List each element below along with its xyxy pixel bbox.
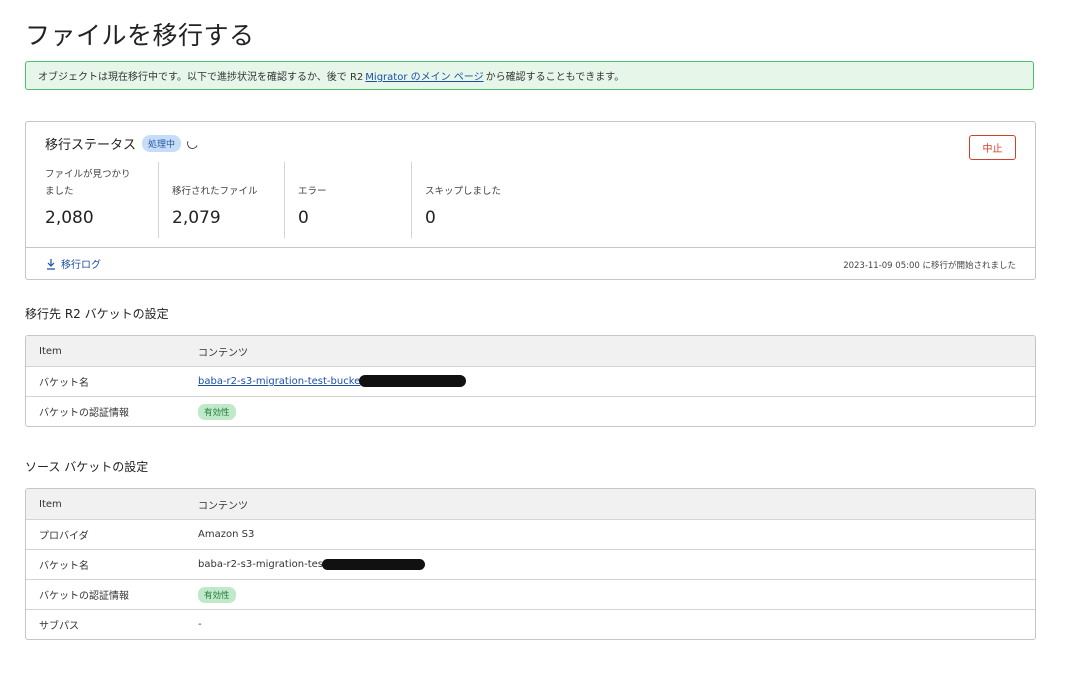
table-header-row: Item コンテンツ: [26, 489, 1035, 519]
row-value: baba-r2-s3-migration-tes: [198, 559, 323, 570]
column-header-content: コンテンツ: [198, 500, 248, 512]
redaction-mark: [359, 375, 466, 387]
column-header-item: Item: [39, 498, 62, 510]
row-value: baba-r2-s3-migration-test-bucke: [198, 376, 360, 387]
stat-divider: [284, 162, 285, 238]
download-icon: [47, 258, 55, 270]
row-label: バケットの認証情報: [39, 408, 129, 419]
migrator-main-page-link[interactable]: Migrator のメイン ページ: [365, 68, 483, 83]
stat-label: ファイルが見つかりました: [45, 169, 131, 197]
migration-started-text: 2023-11-09 05:00 に移行が開始されました: [843, 261, 1016, 271]
stat-value: 2,080: [45, 208, 94, 228]
migration-log-link[interactable]: 移行ログ: [46, 256, 101, 271]
row-label: バケット名: [39, 561, 89, 572]
valid-badge: 有効性: [198, 403, 236, 420]
stat-label: エラー: [298, 186, 327, 197]
stat-divider: [158, 162, 159, 238]
row-value: Amazon S3: [198, 529, 255, 540]
table-header-row: Item コンテンツ: [26, 336, 1035, 366]
row-label: バケットの認証情報: [39, 591, 129, 602]
loading-spinner-icon: [185, 136, 200, 151]
table-row-subpath: サブパス -: [26, 609, 1035, 639]
row-value: 有効性: [198, 403, 236, 420]
source-settings-table: Item コンテンツ プロバイダ Amazon S3 バケット名 baba-r2…: [25, 488, 1036, 640]
dest-settings-table: Item コンテンツ バケット名 baba-r2-s3-migration-te…: [25, 335, 1036, 427]
row-label: サブパス: [39, 621, 79, 632]
stat-value: 0: [298, 208, 309, 228]
column-header-content: コンテンツ: [198, 347, 248, 359]
dest-section-heading: 移行先 R2 バケットの設定: [25, 307, 169, 321]
cancel-button[interactable]: 中止: [969, 135, 1016, 160]
migration-status-card: 移行ステータス 処理中 中止 ファイルが見つかりました 2,080 移行されたフ…: [25, 121, 1036, 280]
source-section-heading: ソース バケットの設定: [25, 460, 149, 474]
table-row-provider: プロバイダ Amazon S3: [26, 519, 1035, 549]
stat-value: 2,079: [172, 208, 221, 228]
table-row-credentials: バケットの認証情報 有効性: [26, 579, 1035, 609]
alert-text-before: オブジェクトは現在移行中です。以下で進捗状況を確認するか、後で R2: [38, 72, 364, 83]
stat-divider: [411, 162, 412, 238]
alert-text-after: から確認することもできます。: [485, 72, 625, 83]
page: ファイルを移行する オブジェクトは現在移行中です。以下で進捗状況を確認するか、後…: [0, 0, 1090, 691]
row-value: -: [198, 619, 202, 630]
table-row-bucket-name: バケット名 baba-r2-s3-migration-tes: [26, 549, 1035, 579]
row-label: バケット名: [39, 378, 89, 389]
table-row-credentials: バケットの認証情報 有効性: [26, 396, 1035, 426]
dest-bucket-link[interactable]: baba-r2-s3-migration-test-bucke: [198, 376, 360, 387]
migration-log-label: 移行ログ: [61, 260, 101, 271]
table-row-bucket-name: バケット名 baba-r2-s3-migration-test-bucke: [26, 366, 1035, 396]
stat-label: スキップしました: [425, 186, 502, 197]
status-badge: 処理中: [142, 135, 182, 152]
column-header-item: Item: [39, 345, 62, 357]
row-label: プロバイダ: [39, 531, 89, 542]
page-title: ファイルを移行する: [25, 21, 255, 50]
row-value: 有効性: [198, 586, 236, 603]
status-title: 移行ステータス: [45, 138, 137, 153]
stat-value: 0: [425, 208, 436, 228]
divider: [26, 247, 1035, 248]
valid-badge: 有効性: [198, 586, 236, 603]
info-alert: オブジェクトは現在移行中です。以下で進捗状況を確認するか、後で R2 Migra…: [25, 61, 1034, 90]
status-header: 移行ステータス 処理中: [45, 134, 200, 153]
redaction-mark: [322, 559, 425, 570]
stat-label: 移行されたファイル: [172, 186, 258, 197]
